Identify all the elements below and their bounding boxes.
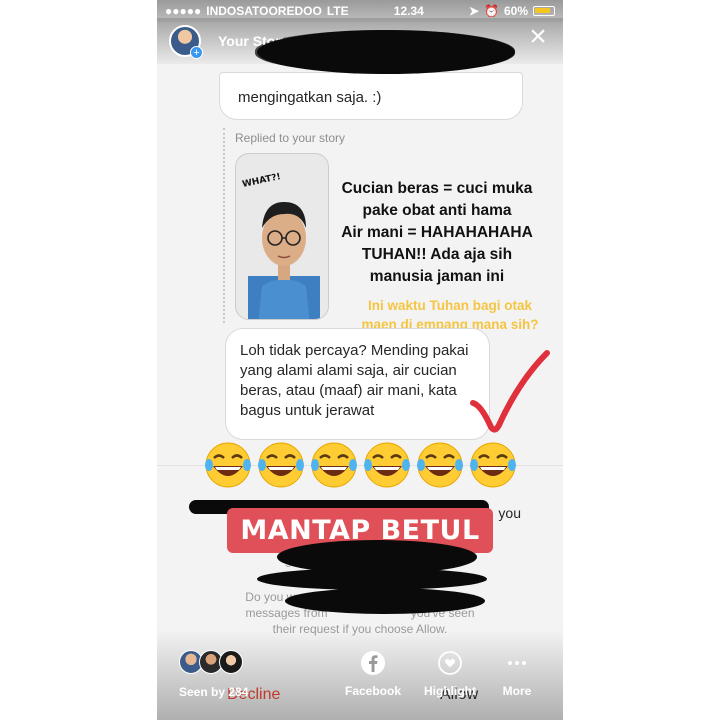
redaction-scribble [257, 30, 515, 74]
avatar[interactable]: + [169, 25, 203, 59]
battery-percent: 60% [503, 4, 528, 18]
story-thumbnail[interactable]: WHAT?! [235, 153, 329, 320]
caption-line: Air mani = HAHAHAHAHA [341, 224, 533, 241]
location-icon: ➤ [468, 4, 480, 18]
laughing-emoji-icon [258, 442, 304, 488]
red-check-icon [470, 350, 550, 433]
caption-line: pake obat anti hama [362, 202, 512, 219]
carrier-name: INDOSATOOREDOO [206, 4, 322, 18]
highlight-heart-icon [438, 651, 462, 675]
laughing-emoji-icon [364, 442, 410, 488]
redaction-scribble [285, 588, 485, 614]
seen-by-avatars[interactable] [179, 650, 243, 674]
obscured-text: you [498, 505, 521, 521]
more-button[interactable]: More [482, 650, 552, 698]
person-photo [248, 202, 320, 319]
reply-thread-line [223, 128, 225, 323]
message-bubble-main: Loh tidak percaya? Mending pakai yang al… [225, 328, 490, 440]
status-bar: ●●●●● INDOSATOOREDOO LTE 12.34 ➤ ⏰ 60% [157, 0, 563, 22]
status-right: ➤ ⏰ 60% [469, 4, 555, 18]
signal-icon: ●●●●● [165, 4, 202, 18]
more-label: More [502, 684, 532, 698]
highlight-label: Highlight [424, 684, 476, 698]
replied-label: Replied to your story [235, 131, 346, 145]
battery-icon [533, 6, 555, 16]
message-bubble-top: mengingatkan saja. :) [219, 72, 523, 120]
laughing-emoji-icon [311, 442, 357, 488]
add-story-icon[interactable]: + [190, 46, 203, 59]
facebook-icon [361, 651, 385, 675]
status-left: ●●●●● INDOSATOOREDOO LTE [165, 4, 349, 18]
emoji-row [203, 440, 523, 490]
close-icon[interactable]: × [525, 22, 551, 52]
story-viewer: mengingatkan saja. :) Replied to your st… [157, 0, 563, 720]
caption-line: Cucian beras = cuci muka [341, 180, 533, 197]
redaction-scribble [257, 568, 487, 590]
caption-line: TUHAN!! Ada aja sih [361, 246, 513, 263]
more-dots-icon [508, 661, 526, 665]
story-caption: Cucian beras = cuci muka pake obat anti … [317, 178, 557, 288]
caption-yellow-line: Ini waktu Tuhan bagi otak [367, 298, 532, 313]
alarm-icon: ⏰ [484, 4, 499, 18]
message-text: mengingatkan saja. :) [238, 89, 382, 106]
seen-by-label[interactable]: Seen by 284 [179, 685, 248, 699]
facebook-label: Facebook [344, 684, 401, 698]
laughing-emoji-icon [205, 442, 251, 488]
message-text: Loh tidak percaya? Mending pakai yang al… [240, 342, 469, 419]
highlight-button[interactable]: Highlight [415, 650, 485, 698]
caption-line: manusia jaman ini [369, 268, 505, 285]
network-type: LTE [326, 4, 349, 18]
facebook-share-button[interactable]: Facebook [338, 650, 408, 698]
avatar [219, 650, 243, 674]
laughing-emoji-icon [470, 442, 516, 488]
laughing-emoji-icon [417, 442, 463, 488]
clock: 12.34 [393, 4, 424, 18]
